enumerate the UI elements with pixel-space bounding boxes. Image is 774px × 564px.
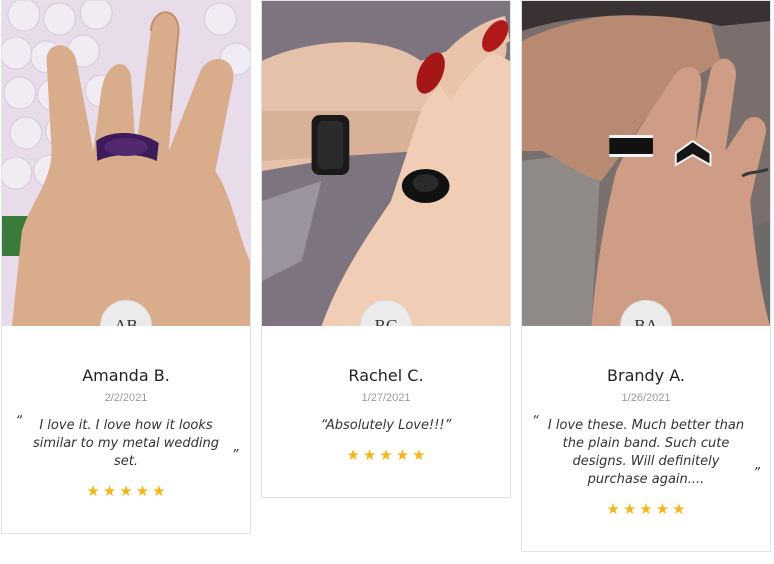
star-icon: ★ — [639, 500, 653, 518]
reviewer-name: Brandy A. — [607, 366, 685, 385]
star-icon: ★ — [672, 500, 686, 518]
star-icon: ★ — [655, 500, 670, 518]
star-icon: ★ — [102, 482, 117, 500]
avatar-initials: AB — [114, 316, 138, 326]
review-text-block: “ I love it. I love how it looks similar… — [16, 414, 239, 471]
reviewer-name: Amanda B. — [82, 366, 170, 385]
star-icon: ★ — [362, 446, 377, 464]
star-icon: ★ — [135, 482, 150, 500]
star-rating: ★ ★ ★ ★ ★ — [2, 483, 250, 499]
star-icon: ★ — [622, 500, 637, 518]
review-text: I love it. I love how it looks similar t… — [32, 418, 220, 469]
avatar-initials: RC — [374, 316, 398, 326]
review-card: RC ✓ Rachel C. 1/27/2021 “Absolutely Lov… — [261, 0, 511, 498]
star-rating: ★ ★ ★ ★ ★ — [522, 501, 770, 517]
review-text: I love these. Much better than the plain… — [547, 418, 745, 487]
hand-ring-photo-couple — [522, 1, 770, 326]
close-quote-mark: ” — [753, 466, 760, 481]
review-date: 1/27/2021 — [361, 392, 411, 404]
review-text-block: “ I love these. Much better than the pla… — [532, 414, 760, 489]
hand-ring-photo-purple — [2, 1, 250, 326]
review-card: BA ✓ Brandy A. 1/26/2021 “ I love these.… — [521, 0, 771, 552]
review-photo[interactable]: RC ✓ — [262, 1, 510, 326]
close-quote-mark: ” — [231, 448, 239, 463]
open-quote-mark: “ — [532, 414, 539, 429]
review-card: AB ✓ Amanda B. 2/2/2021 “ I love it. I l… — [1, 0, 251, 534]
star-icon: ★ — [395, 446, 410, 464]
review-text: “Absolutely Love!!!” — [320, 418, 452, 433]
star-rating: ★ ★ ★ ★ ★ — [262, 447, 510, 463]
reviewer-name: Rachel C. — [348, 366, 424, 385]
review-photo[interactable]: BA ✓ — [522, 1, 770, 326]
star-icon: ★ — [119, 482, 133, 500]
star-icon: ★ — [152, 482, 166, 500]
open-quote-mark: “ — [15, 414, 23, 429]
review-date: 2/2/2021 — [104, 392, 148, 404]
star-icon: ★ — [379, 446, 393, 464]
avatar-initials: BA — [634, 316, 658, 326]
star-icon: ★ — [346, 446, 360, 464]
star-icon: ★ — [412, 446, 426, 464]
review-photo[interactable]: AB ✓ — [2, 1, 250, 326]
star-icon: ★ — [86, 482, 100, 500]
hand-ring-photo-black — [262, 1, 510, 326]
review-text-block: “Absolutely Love!!!” — [284, 417, 489, 435]
star-icon: ★ — [606, 500, 620, 518]
review-date: 1/26/2021 — [621, 392, 671, 404]
